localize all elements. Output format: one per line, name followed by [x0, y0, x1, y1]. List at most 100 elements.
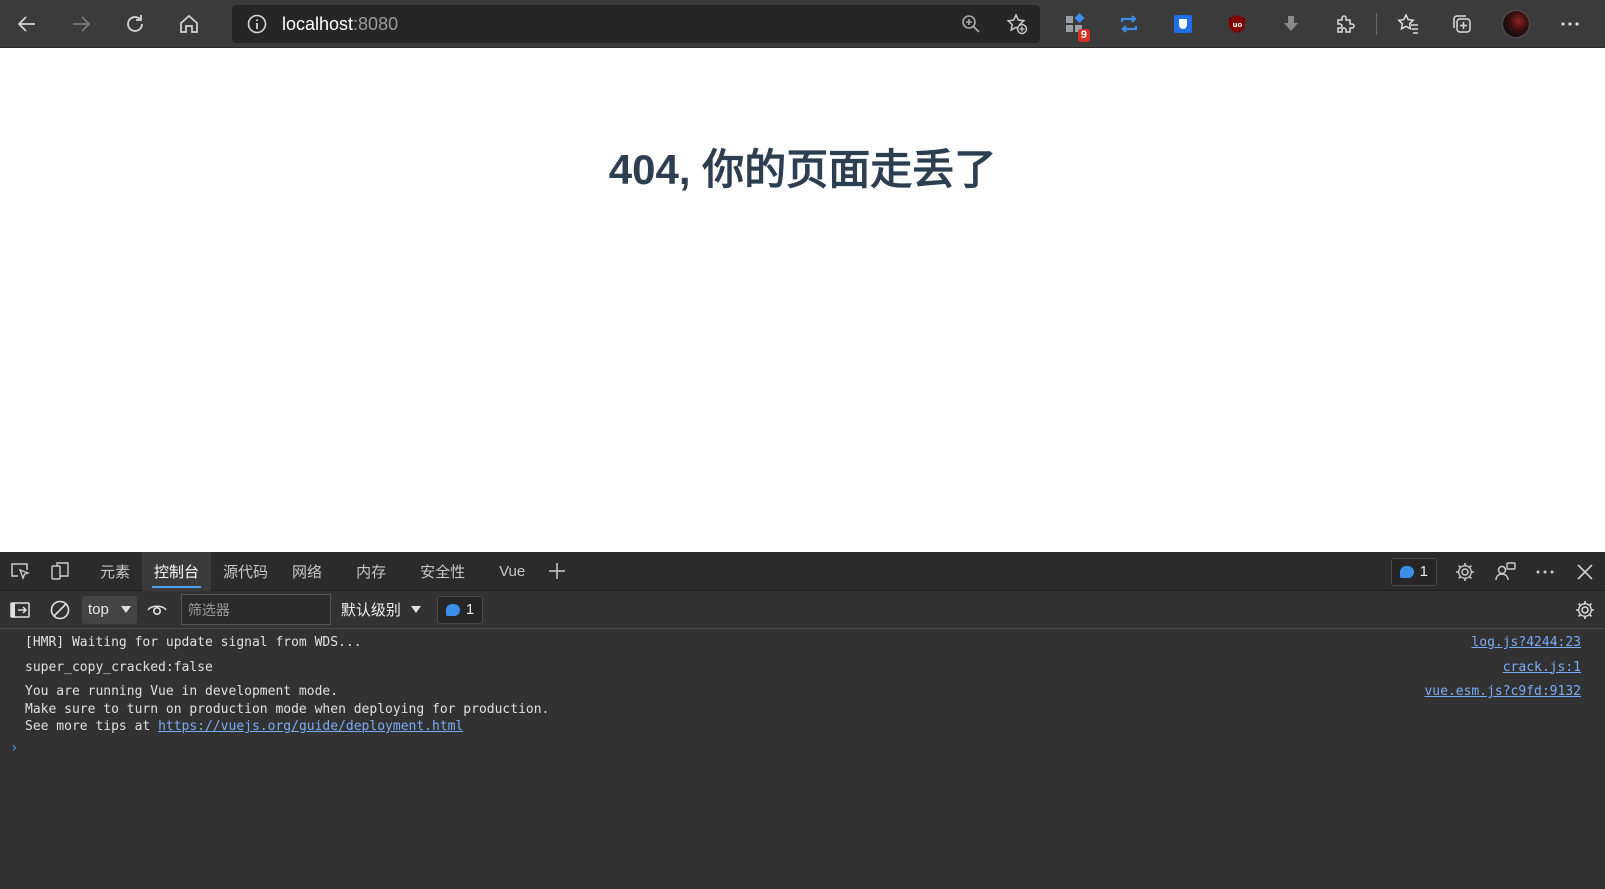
extension-repeat-button[interactable]: [1102, 0, 1156, 48]
log-message-with-link: See more tips at https://vuejs.org/guide…: [25, 718, 1580, 736]
forward-button[interactable]: [54, 0, 108, 48]
devtools-more-button[interactable]: [1525, 552, 1565, 591]
log-text: See more tips at: [25, 719, 159, 734]
devtools-tab-bar: 元素 控制台 源代码 网络 内存 安全性 Vue 1: [0, 551, 1605, 591]
zoom-button[interactable]: [948, 5, 994, 43]
more-dots-icon: [1561, 22, 1579, 26]
filter-input[interactable]: [180, 594, 331, 625]
refresh-icon: [127, 14, 143, 32]
tab-elements[interactable]: 元素: [88, 552, 142, 591]
extension-download-button[interactable]: [1264, 0, 1318, 48]
more-dots-icon: [1536, 570, 1554, 573]
extension-apps-button[interactable]: 9: [1048, 0, 1102, 48]
devtools-settings-button[interactable]: [1445, 552, 1485, 591]
log-source-link[interactable]: log.js?4244:23: [1471, 634, 1581, 652]
back-arrow-icon: [17, 15, 35, 32]
tab-vue[interactable]: Vue: [487, 552, 537, 591]
issues-count: 1: [1419, 563, 1428, 580]
clear-circle-icon: [50, 600, 70, 619]
extensions-area: 9 uo: [1048, 0, 1597, 48]
repeat-extension-icon: [1120, 15, 1138, 33]
inspect-cursor-icon: [11, 563, 30, 580]
gear-icon: [1576, 601, 1594, 619]
collections-icon: [1453, 15, 1471, 33]
tab-network[interactable]: 网络: [280, 552, 344, 591]
star-add-icon: [1006, 13, 1028, 35]
collections-button[interactable]: [1435, 0, 1489, 48]
extension-ublock-button[interactable]: uo: [1210, 0, 1264, 48]
settings-more-button[interactable]: [1543, 0, 1597, 48]
message-bubble-icon: [1399, 565, 1414, 578]
device-icon: [51, 562, 69, 580]
log-source-link[interactable]: crack.js:1: [1503, 659, 1581, 677]
console-toolbar: top 默认级别 1: [0, 591, 1605, 629]
add-tab-button[interactable]: [537, 552, 577, 591]
svg-text:uo: uo: [1233, 21, 1243, 29]
avatar: [1502, 10, 1530, 38]
toggle-sidebar-button[interactable]: [0, 590, 40, 629]
favorites-button[interactable]: [1381, 0, 1435, 48]
filter-issues-count: 1: [465, 601, 475, 618]
back-button[interactable]: [0, 0, 54, 48]
prompt-chevron-icon: ›: [10, 739, 19, 756]
dropdown-triangle-icon: [410, 606, 421, 613]
log-row: You are running Vue in development mode.…: [0, 683, 1605, 740]
tab-memory[interactable]: 内存: [344, 552, 408, 591]
tab-security[interactable]: 安全性: [408, 552, 487, 591]
extension-badge: 9: [1077, 29, 1090, 42]
refresh-button[interactable]: [108, 0, 162, 48]
gear-icon: [1456, 562, 1474, 581]
url-text[interactable]: localhost:8080: [282, 14, 398, 35]
dropdown-triangle-icon: [120, 606, 131, 613]
console-output: [HMR] Waiting for update signal from WDS…: [0, 629, 1605, 756]
log-level-selector[interactable]: 默认级别: [341, 599, 421, 620]
inspect-element-button[interactable]: [0, 552, 40, 591]
download-arrow-icon: [1284, 16, 1298, 31]
context-value: top: [88, 601, 109, 618]
close-icon: [1577, 563, 1593, 580]
site-info-icon[interactable]: [232, 13, 282, 35]
log-message: You are running Vue in development mode.: [25, 684, 339, 699]
profile-button[interactable]: [1489, 0, 1543, 48]
add-favorite-button[interactable]: [994, 5, 1040, 43]
toolbar-separator: [1376, 13, 1377, 35]
live-expression-button[interactable]: [137, 590, 177, 629]
console-prompt[interactable]: ›: [0, 740, 1605, 756]
log-row: [HMR] Waiting for update signal from WDS…: [0, 629, 1605, 659]
log-message: super_copy_cracked:false: [25, 659, 213, 675]
home-icon: [180, 14, 198, 33]
deployment-guide-link[interactable]: https://vuejs.org/guide/deployment.html: [158, 719, 463, 734]
favorites-star-icon: [1397, 13, 1418, 34]
tab-sources[interactable]: 源代码: [211, 552, 280, 591]
shield-extension-icon: [1174, 15, 1192, 33]
url-host: localhost: [282, 13, 354, 34]
extension-bitwarden-button[interactable]: [1156, 0, 1210, 48]
log-message: Make sure to turn on production mode whe…: [25, 701, 550, 717]
sidebar-toggle-icon: [10, 601, 30, 618]
log-source-link[interactable]: vue.esm.js?c9fd:9132: [1424, 683, 1581, 701]
device-emulation-button[interactable]: [40, 552, 80, 591]
plus-icon: [549, 563, 566, 579]
clear-console-button[interactable]: [40, 590, 80, 629]
devtools-panel: 元素 控制台 源代码 网络 内存 安全性 Vue 1 top 筛选器 默认级别 …: [0, 551, 1605, 889]
address-bar[interactable]: localhost:8080: [232, 5, 1040, 43]
console-settings-button[interactable]: [1565, 591, 1605, 630]
log-row: super_copy_cracked:false crack.js:1: [0, 659, 1605, 684]
context-selector[interactable]: top: [82, 595, 137, 624]
eye-icon: [147, 604, 167, 615]
feedback-button[interactable]: [1485, 552, 1525, 591]
home-button[interactable]: [162, 0, 216, 48]
filter-issues-button[interactable]: 1: [436, 595, 484, 624]
puzzle-icon: [1337, 15, 1355, 33]
issues-counter-button[interactable]: 1: [1390, 557, 1437, 586]
page-viewport: 404, 你的页面走丢了: [0, 48, 1605, 552]
extensions-button[interactable]: [1318, 0, 1372, 48]
forward-arrow-icon: [73, 15, 91, 32]
ublock-shield-icon: uo: [1229, 15, 1245, 33]
tab-console[interactable]: 控制台: [142, 551, 212, 591]
url-port: :8080: [353, 13, 399, 34]
close-devtools-button[interactable]: [1565, 552, 1605, 591]
log-level-value: 默认级别: [340, 602, 401, 619]
zoom-in-icon: [962, 15, 980, 33]
log-message: [HMR] Waiting for update signal from WDS…: [25, 635, 362, 650]
